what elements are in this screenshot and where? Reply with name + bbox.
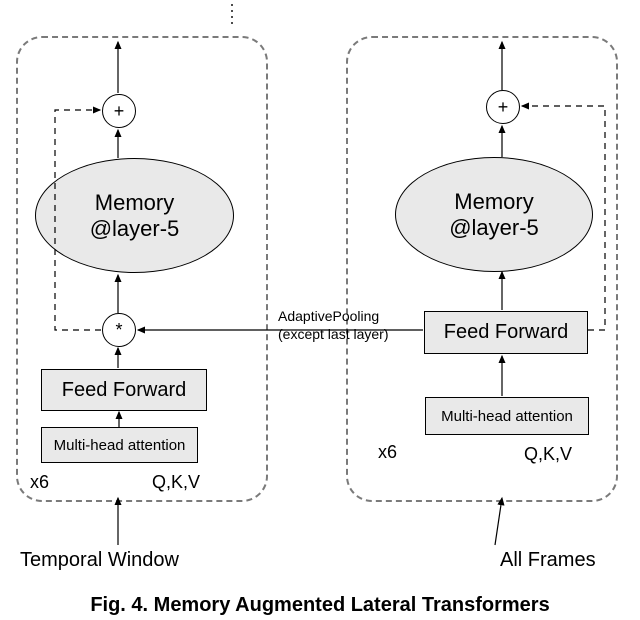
lateral-label-1: AdaptivePooling bbox=[278, 308, 379, 324]
right-repeat-label: x6 bbox=[378, 442, 397, 463]
left-mha-box: Multi-head attention bbox=[41, 427, 198, 463]
left-ff-label: Feed Forward bbox=[62, 379, 187, 402]
left-merge-star-glyph: * bbox=[115, 320, 122, 341]
left-plus-glyph: + bbox=[114, 101, 125, 122]
right-memory-l1: Memory bbox=[449, 189, 539, 214]
right-memory: Memory @layer-5 bbox=[395, 157, 593, 272]
right-input-label: All Frames bbox=[500, 549, 596, 572]
right-mha-box: Multi-head attention bbox=[425, 397, 589, 435]
lateral-label-2: (except last layer) bbox=[278, 326, 388, 342]
left-repeat-label: x6 bbox=[30, 472, 49, 493]
left-input-label: Temporal Window bbox=[20, 549, 179, 572]
arrow-right-input bbox=[495, 498, 502, 545]
right-memory-l2: @layer-5 bbox=[449, 215, 539, 240]
left-qkv: Q,K,V bbox=[152, 472, 200, 493]
right-plus-glyph: + bbox=[498, 97, 509, 118]
left-memory-l2: @layer-5 bbox=[90, 216, 180, 241]
left-merge-star: * bbox=[102, 313, 136, 347]
right-mha-label: Multi-head attention bbox=[441, 408, 573, 425]
right-qkv: Q,K,V bbox=[524, 444, 572, 465]
left-mha-label: Multi-head attention bbox=[54, 437, 186, 454]
left-memory: Memory @layer-5 bbox=[35, 158, 234, 273]
left-memory-l1: Memory bbox=[90, 190, 180, 215]
right-plus: + bbox=[486, 90, 520, 124]
figure-caption: Fig. 4. Memory Augmented Lateral Transfo… bbox=[0, 594, 640, 617]
left-plus: + bbox=[102, 94, 136, 128]
right-ff-box: Feed Forward bbox=[424, 311, 588, 354]
right-ff-label: Feed Forward bbox=[444, 321, 569, 344]
left-ff-box: Feed Forward bbox=[41, 369, 207, 411]
